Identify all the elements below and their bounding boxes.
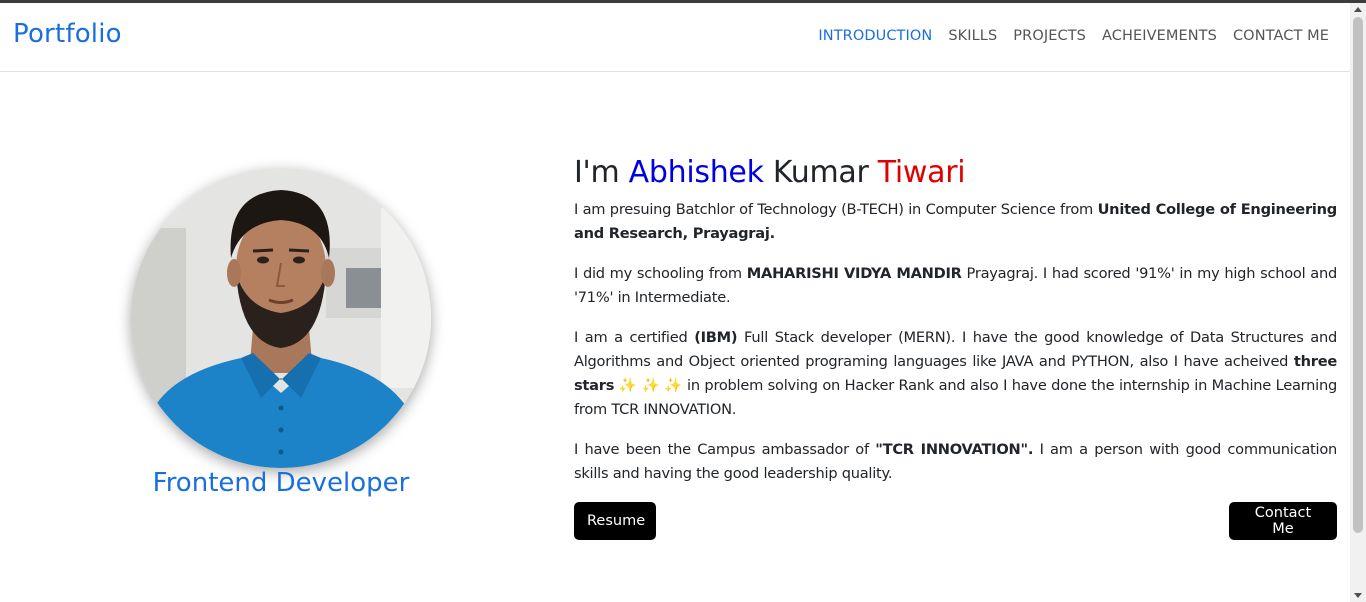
ambassador-text-a: I have been the Campus ambassador of bbox=[574, 441, 876, 458]
profile-photo bbox=[131, 168, 431, 468]
tcr-innovation-label: "TCR INNOVATION". bbox=[875, 441, 1034, 458]
skills-text-a: I am a certified bbox=[574, 329, 695, 346]
heading-prefix: I'm bbox=[574, 155, 629, 190]
nav-link-introduction[interactable]: INTRODUCTION bbox=[818, 28, 932, 44]
scroll-down-icon[interactable] bbox=[1354, 593, 1362, 598]
intro-heading: I'm Abhishek Kumar Tiwari bbox=[574, 152, 1337, 194]
navbar: Portfolio INTRODUCTION SKILLS PROJECTS A… bbox=[0, 3, 1350, 72]
education-paragraph: I am presuing Batchlor of Technology (B-… bbox=[574, 198, 1337, 246]
ibm-label: (IBM) bbox=[694, 329, 738, 346]
schooling-text: I did my schooling from bbox=[574, 265, 747, 282]
scrollbar-thumb[interactable] bbox=[1353, 17, 1363, 533]
school-name: MAHARISHI VIDYA MANDIR bbox=[746, 265, 962, 282]
last-name: Tiwari bbox=[877, 155, 966, 190]
brand-logo[interactable]: Portfolio bbox=[13, 19, 122, 49]
nav-links: INTRODUCTION SKILLS PROJECTS ACHEIVEMENT… bbox=[818, 28, 1329, 44]
nav-link-skills[interactable]: SKILLS bbox=[948, 28, 997, 44]
scroll-up-icon[interactable] bbox=[1354, 7, 1362, 12]
education-text: I am presuing Batchlor of Technology (B-… bbox=[574, 201, 1098, 218]
skills-text-c: in problem solving on Hacker Rank and al… bbox=[574, 377, 1337, 418]
schooling-paragraph: I did my schooling from MAHARISHI VIDYA … bbox=[574, 262, 1337, 310]
nav-link-contact[interactable]: CONTACT ME bbox=[1233, 28, 1329, 44]
contact-me-button[interactable]: Contact Me bbox=[1229, 502, 1337, 540]
ambassador-paragraph: I have been the Campus ambassador of "TC… bbox=[574, 438, 1337, 486]
sparkles-icon: ✨ ✨ ✨ bbox=[614, 377, 688, 394]
skills-paragraph: I am a certified (IBM) Full Stack develo… bbox=[574, 326, 1337, 422]
middle-name: Kumar bbox=[763, 155, 878, 190]
vertical-scrollbar[interactable] bbox=[1350, 3, 1366, 602]
first-name: Abhishek bbox=[628, 155, 764, 190]
role-title: Frontend Developer bbox=[152, 468, 410, 498]
nav-link-projects[interactable]: PROJECTS bbox=[1013, 28, 1086, 44]
introduction-section: I'm Abhishek Kumar Tiwari I am presuing … bbox=[574, 152, 1337, 502]
resume-button[interactable]: Resume bbox=[574, 502, 656, 540]
nav-link-achievements[interactable]: ACHEIVEMENTS bbox=[1102, 28, 1217, 44]
